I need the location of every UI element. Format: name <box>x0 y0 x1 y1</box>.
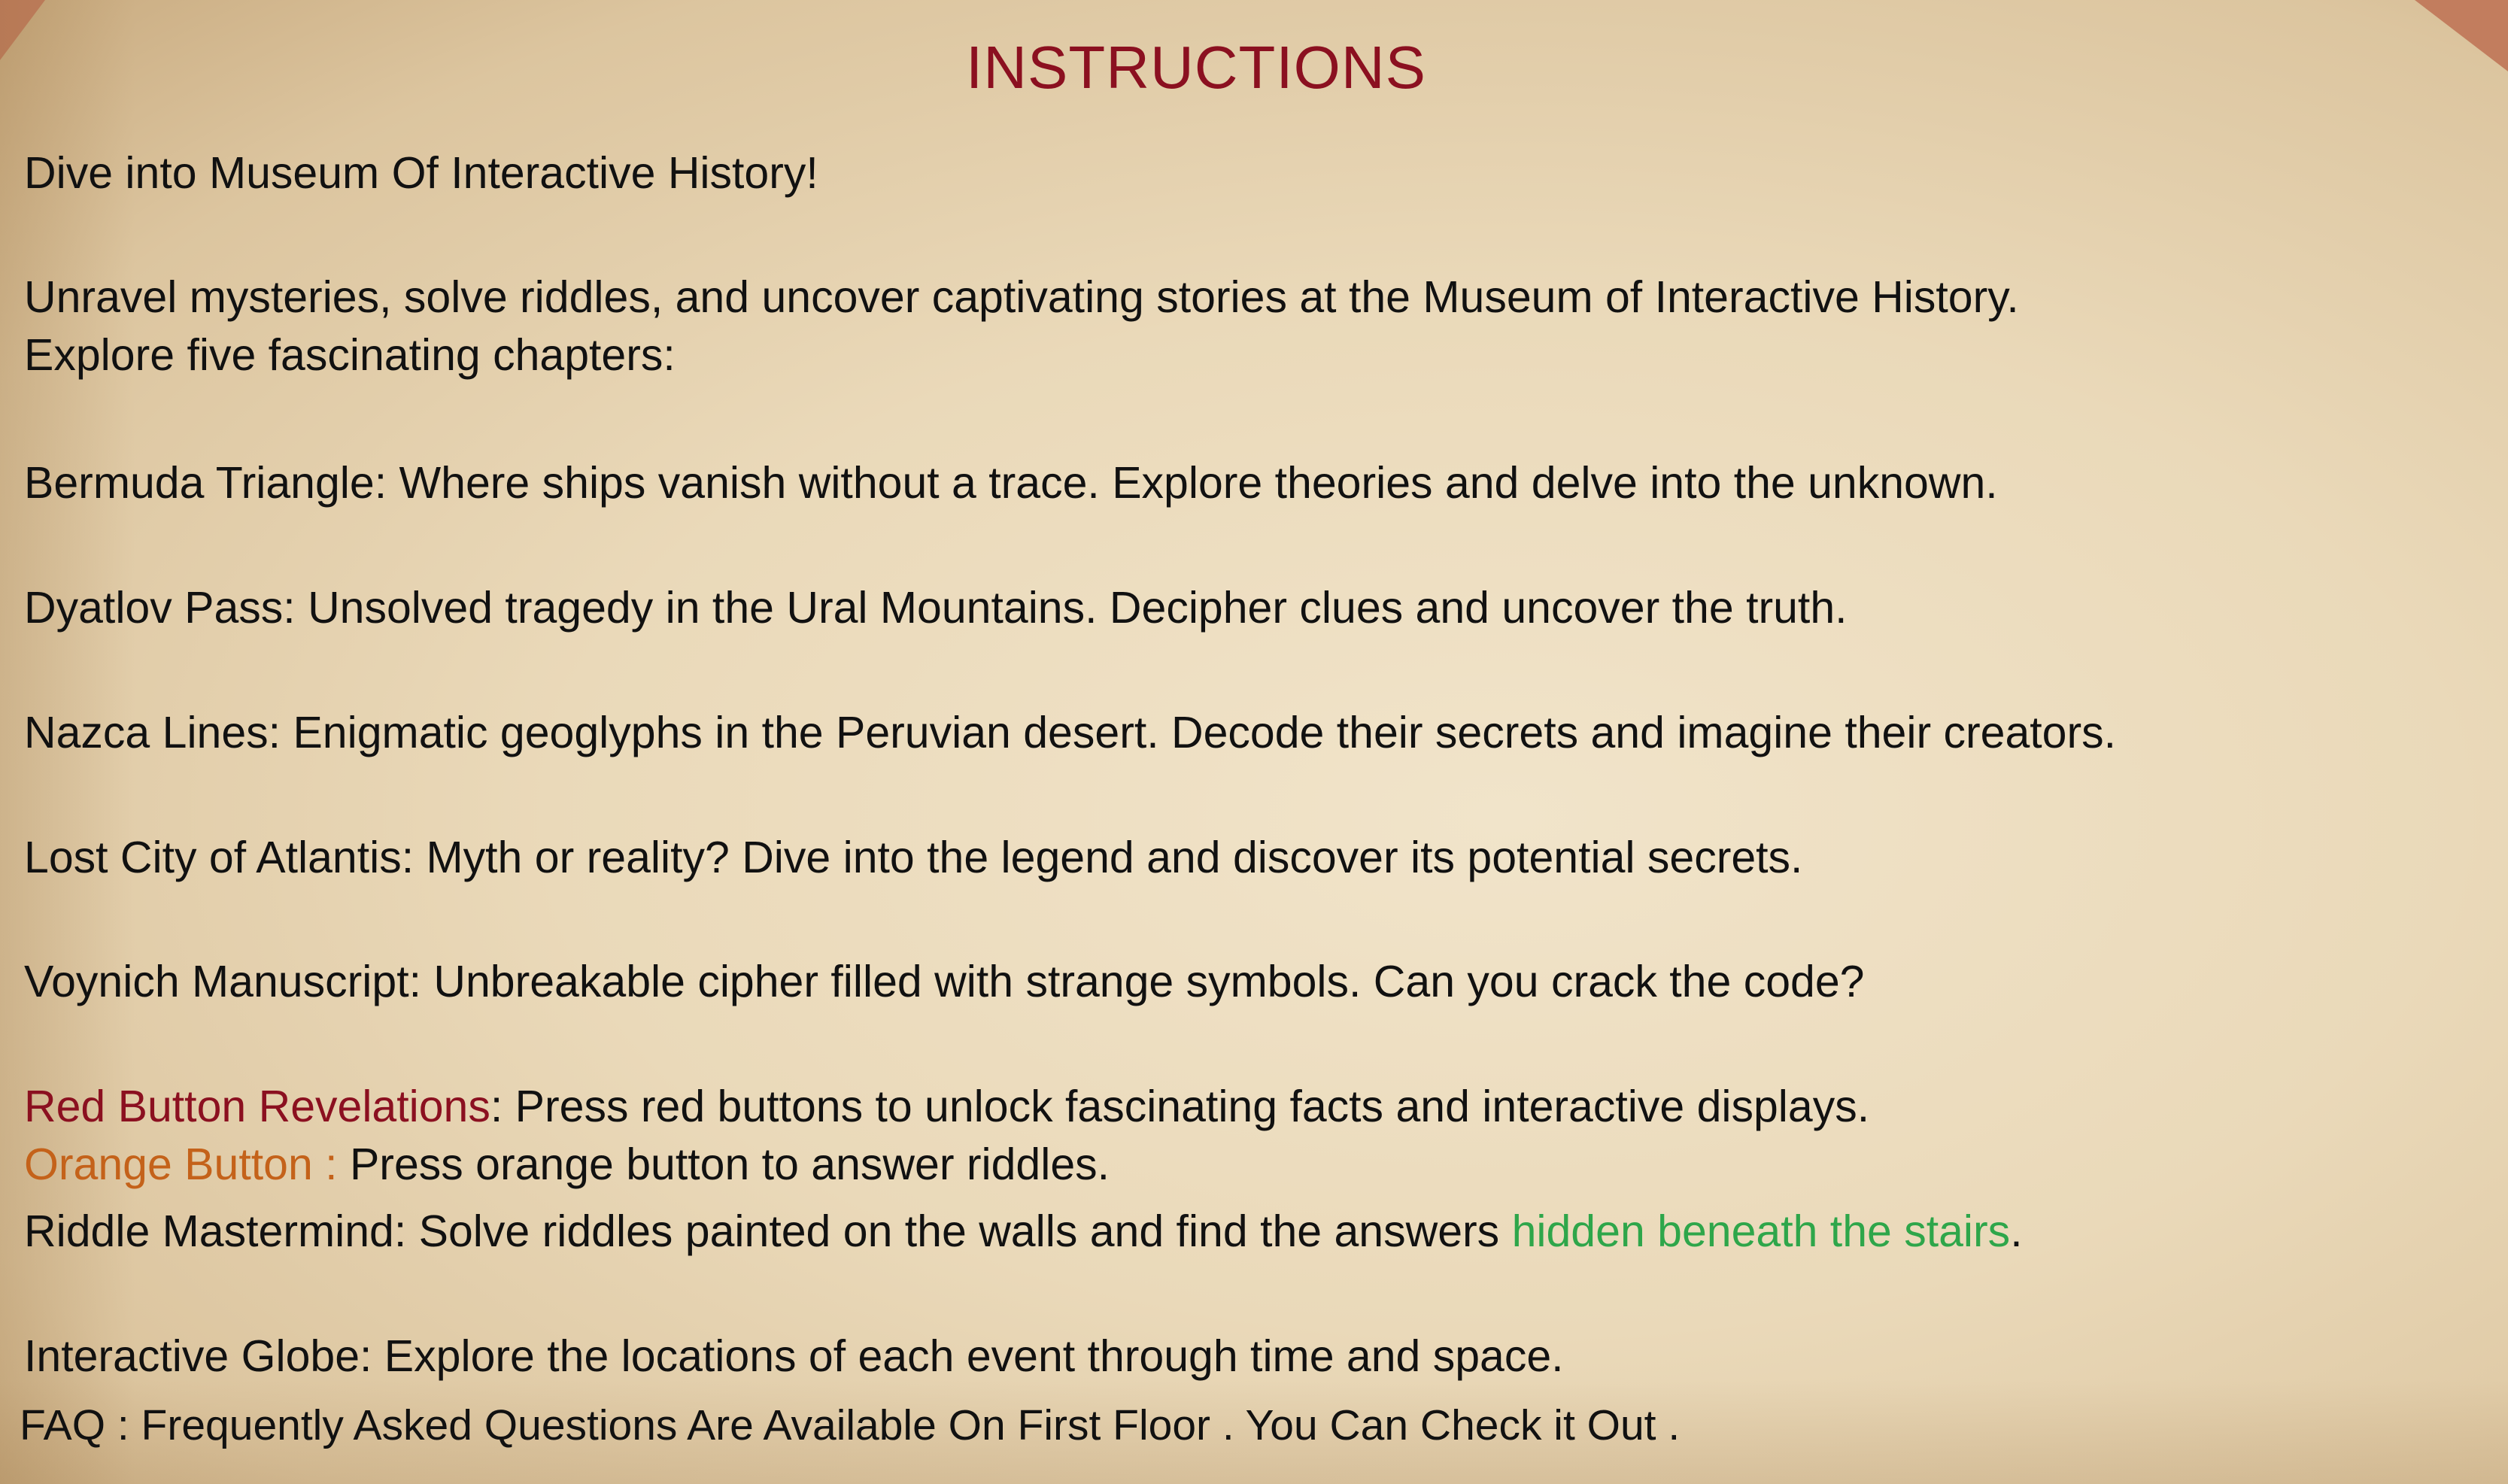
summary-line-2: Explore five fascinating chapters: <box>24 330 676 380</box>
riddle-text: Riddle Mastermind: Solve riddles painted… <box>24 1206 1512 1256</box>
red-button-text: : Press red buttons to unlock fascinatin… <box>490 1082 1870 1131</box>
chapter-atlantis: Lost City of Atlantis: Myth or reality? … <box>24 833 1803 882</box>
red-button-label: Red Button Revelations <box>24 1082 490 1131</box>
chapter-voynich: Voynich Manuscript: Unbreakable cipher f… <box>24 957 1865 1006</box>
chapter-dyatlov-pass: Dyatlov Pass: Unsolved tragedy in the Ur… <box>24 583 1848 633</box>
orange-button-instruction: Orange Button : Press orange button to a… <box>24 1139 1110 1190</box>
orange-button-label: Orange Button : <box>24 1140 338 1189</box>
chapter-bermuda-triangle: Bermuda Triangle: Where ships vanish wit… <box>24 458 1998 508</box>
riddle-instruction: Riddle Mastermind: Solve riddles painted… <box>24 1206 2023 1257</box>
riddle-highlight: hidden beneath the stairs <box>1511 1206 2011 1256</box>
orange-button-text: Press orange button to answer riddles. <box>337 1140 1110 1189</box>
riddle-end: . <box>2010 1206 2023 1256</box>
chapter-nazca-lines: Nazca Lines: Enigmatic geoglyphs in the … <box>24 708 2117 757</box>
intro-text: Dive into Museum Of Interactive History! <box>24 148 818 198</box>
red-button-instruction: Red Button Revelations: Press red button… <box>24 1081 1869 1132</box>
summary-line-1: Unravel mysteries, solve riddles, and un… <box>24 272 2019 322</box>
globe-instruction: Interactive Globe: Explore the locations… <box>24 1331 1564 1381</box>
page-title: INSTRUCTIONS <box>966 34 1426 101</box>
faq-instruction: FAQ : Frequently Asked Questions Are Ava… <box>20 1401 1681 1449</box>
